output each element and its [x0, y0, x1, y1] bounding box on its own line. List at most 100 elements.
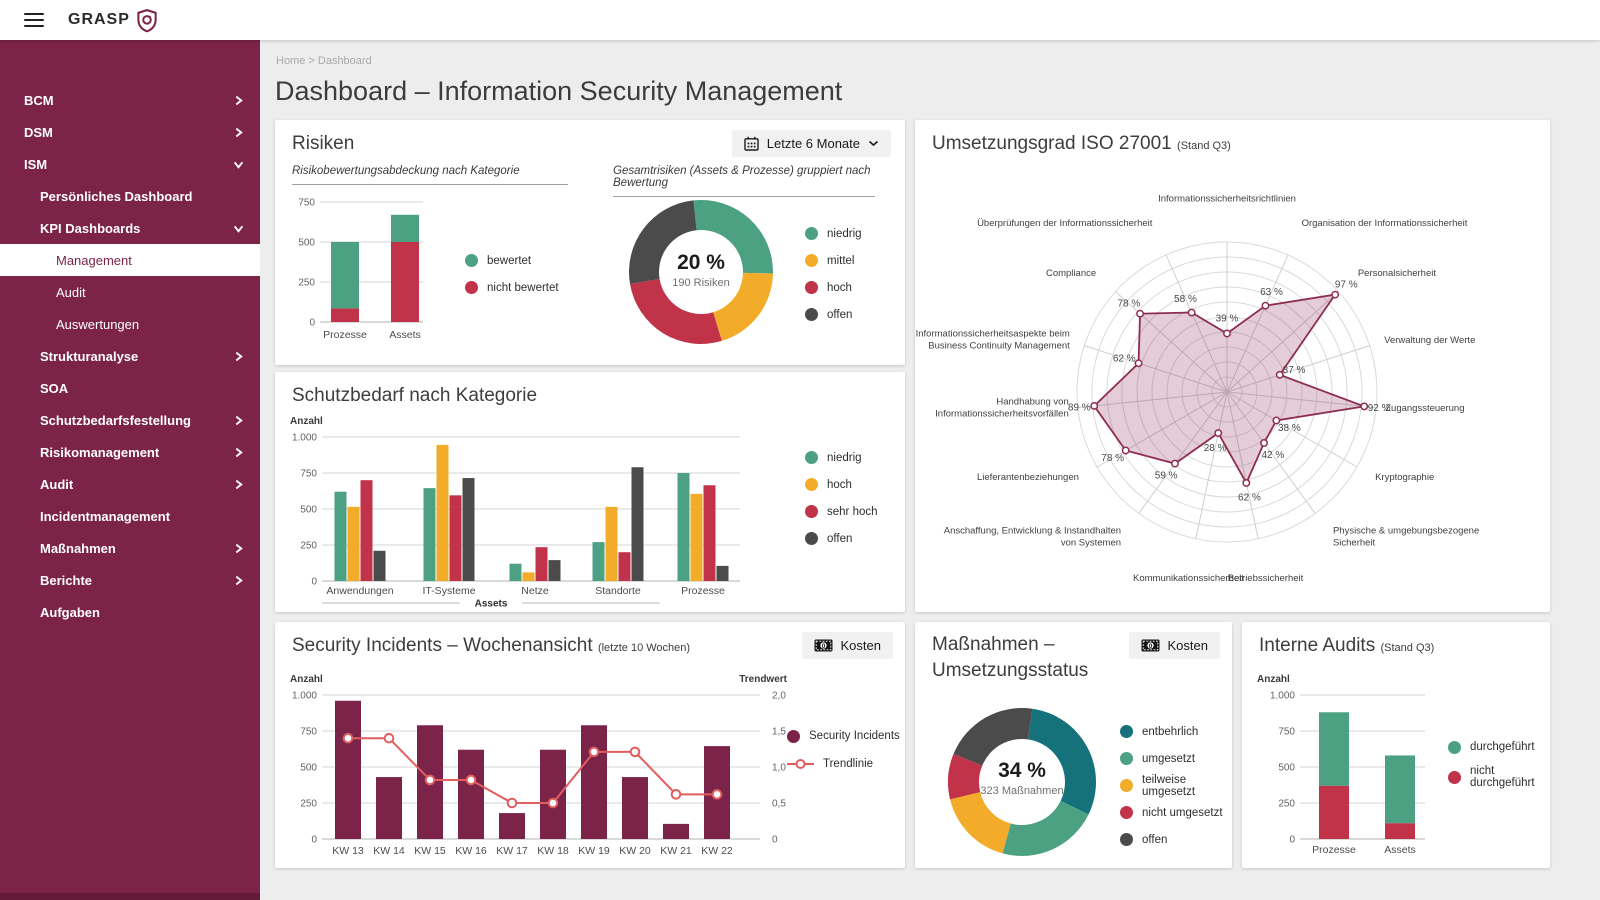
- card-schutzbedarf: Schutzbedarf nach Kategorie Anzahl 1.000…: [275, 372, 905, 612]
- sidebar-item-label: Incidentmanagement: [40, 508, 171, 524]
- svg-text:59 %: 59 %: [1155, 471, 1178, 482]
- chevron-right-icon: [235, 575, 243, 585]
- legend-dot: [1120, 752, 1133, 765]
- legend-label: hoch: [827, 478, 852, 491]
- svg-text:42 %: 42 %: [1261, 450, 1284, 461]
- sidebar-item-label: Risikomanagement: [40, 444, 160, 460]
- svg-text:1,0: 1,0: [772, 763, 786, 774]
- sidebar-item-aufgaben[interactable]: Aufgaben: [0, 596, 260, 628]
- page-title: Dashboard – Information Security Managem…: [275, 76, 843, 106]
- svg-text:Standorte: Standorte: [595, 585, 641, 597]
- sidebar-item-label: Auswertungen: [56, 316, 140, 332]
- sidebar-item-dsm[interactable]: DSM: [0, 116, 260, 148]
- sidebar-item-bcm[interactable]: BCM: [0, 84, 260, 116]
- legend-dot: [805, 308, 818, 321]
- sidebar-item-label: Management: [56, 252, 132, 268]
- sidebar-item-persönliches-dashboard[interactable]: Persönliches Dashboard: [0, 180, 260, 212]
- sidebar-item-audit[interactable]: Audit: [0, 276, 260, 308]
- svg-text:500: 500: [300, 505, 317, 516]
- svg-text:78 %: 78 %: [1118, 299, 1141, 310]
- legend-item: Trendlinie: [787, 750, 900, 778]
- card-massnahmen: Maßnahmen – Umsetzungsstatus 0 Kosten 34…: [915, 622, 1232, 868]
- menu-icon[interactable]: [24, 12, 44, 28]
- card-incidents: Security Incidents – Wochenansicht (letz…: [275, 622, 905, 868]
- svg-text:KW 21: KW 21: [660, 845, 692, 857]
- sidebar-item-ism[interactable]: ISM: [0, 148, 260, 180]
- svg-text:250: 250: [300, 541, 317, 552]
- app-logo[interactable]: GRASP: [68, 8, 158, 33]
- svg-text:39 %: 39 %: [1216, 314, 1239, 325]
- legend-item: bewertet: [465, 247, 559, 274]
- legend-dot: [787, 729, 800, 743]
- chevron-right-icon: [235, 351, 243, 361]
- legend-dot: [805, 254, 818, 267]
- svg-text:0: 0: [311, 835, 317, 846]
- svg-text:58 %: 58 %: [1174, 294, 1197, 305]
- sidebar-item-management[interactable]: Management: [0, 244, 260, 276]
- sidebar-item-berichte[interactable]: Berichte: [0, 564, 260, 596]
- legend-dot: [805, 227, 818, 240]
- svg-text:0: 0: [1289, 835, 1295, 846]
- sidebar-item-incidentmanagement[interactable]: Incidentmanagement: [0, 500, 260, 532]
- sidebar-item-soa[interactable]: SOA: [0, 372, 260, 404]
- legend-item: umgesetzt: [1120, 745, 1232, 772]
- legend-item: niedrig: [805, 220, 862, 247]
- radar-axis-label: Compliance: [1045, 268, 1097, 279]
- legend-label: nicht umgesetzt: [1142, 806, 1223, 819]
- legend-label: Trendlinie: [823, 758, 874, 770]
- svg-text:62 %: 62 %: [1113, 354, 1136, 365]
- sidebar-item-label: Audit: [56, 284, 86, 300]
- radar-axis-label: Physische & umgebungsbezogene Sicherheit: [1332, 525, 1480, 549]
- legend-item: nicht umgesetzt: [1120, 799, 1232, 826]
- sidebar-item-audit[interactable]: Audit: [0, 468, 260, 500]
- sidebar-item-kpi-dashboards[interactable]: KPI Dashboards: [0, 212, 260, 244]
- sidebar-item-schutzbedarfsfestellung[interactable]: Schutzbedarfsfestellung: [0, 404, 260, 436]
- legend-item: nicht durchgeführt: [1448, 762, 1550, 792]
- sidebar-item-strukturanalyse[interactable]: Strukturanalyse: [0, 340, 260, 372]
- svg-text:KW 15: KW 15: [414, 845, 446, 857]
- sidebar-item-auswertungen[interactable]: Auswertungen: [0, 308, 260, 340]
- donut-center-value: 20 %: [677, 251, 725, 274]
- chevron-right-icon: [235, 447, 243, 457]
- svg-text:97 %: 97 %: [1335, 280, 1358, 291]
- sidebar-item-maßnahmen[interactable]: Maßnahmen: [0, 532, 260, 564]
- legend-massnahmen: entbehrlich umgesetzt teilweise umgesetzt n…: [1120, 718, 1232, 853]
- topbar: GRASP: [0, 0, 1600, 40]
- sidebar-item-label: Persönliches Dashboard: [40, 188, 193, 204]
- chevron-right-icon: [235, 415, 243, 425]
- legend-dot: [1120, 833, 1133, 846]
- chevron-right-icon: [235, 543, 243, 553]
- svg-text:KW 19: KW 19: [578, 845, 610, 857]
- svg-text:38 %: 38 %: [1278, 423, 1301, 434]
- legend-label: niedrig: [827, 227, 862, 240]
- legend-coverage: bewertet nicht bewertet: [465, 247, 559, 301]
- sidebar-item-label: KPI Dashboards: [40, 220, 141, 236]
- legend-label: mittel: [827, 254, 855, 267]
- svg-text:KW 13: KW 13: [332, 845, 364, 857]
- logo-text: GRASP: [68, 11, 130, 28]
- sidebar-nav: BCM DSM ISM Persönliches Dashboard KPI Dashb…: [0, 40, 260, 628]
- legend-label: nicht durchgeführt: [1470, 765, 1535, 789]
- svg-text:1.000: 1.000: [292, 433, 317, 444]
- breadcrumb[interactable]: Home > Dashboard: [276, 55, 372, 67]
- sidebar-item-label: Audit: [40, 476, 74, 492]
- chevron-right-icon: [235, 95, 243, 105]
- svg-text:250: 250: [1278, 799, 1295, 810]
- legend-line-marker: [787, 759, 814, 769]
- svg-text:750: 750: [300, 727, 317, 738]
- sidebar-item-label: Aufgaben: [40, 604, 100, 620]
- legend-item: offen: [805, 301, 862, 328]
- donut-center: 34 % 323 Maßnahmen: [962, 759, 1082, 797]
- chevron-down-icon: [233, 161, 244, 169]
- svg-text:750: 750: [1278, 727, 1295, 738]
- svg-text:1,5: 1,5: [772, 727, 786, 738]
- sidebar-item-risikomanagement[interactable]: Risikomanagement: [0, 436, 260, 468]
- legend-item: hoch: [805, 274, 862, 301]
- legend-dot: [805, 505, 818, 518]
- donut-center-label: 323 Maßnahmen: [980, 785, 1064, 797]
- svg-text:1.000: 1.000: [1270, 691, 1295, 702]
- sidebar-item-label: BCM: [24, 92, 54, 108]
- sidebar-item-label: Maßnahmen: [40, 540, 116, 556]
- legend-item: durchgeführt: [1448, 732, 1550, 762]
- svg-text:62 %: 62 %: [1238, 493, 1261, 504]
